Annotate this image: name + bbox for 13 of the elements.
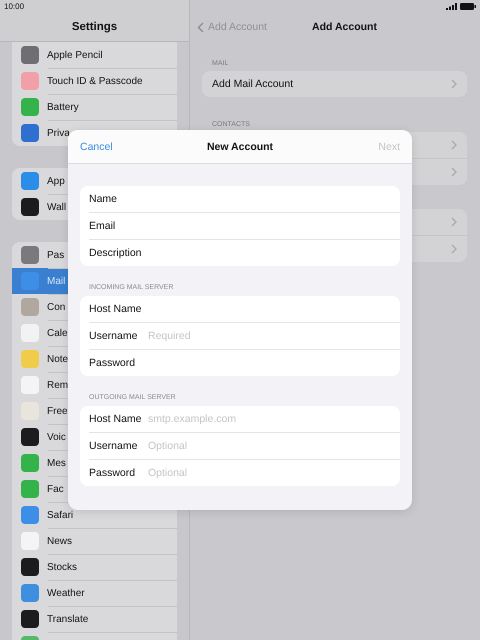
field-label: Host Name bbox=[89, 303, 143, 315]
field-label: Description bbox=[89, 247, 143, 259]
field-label: Username bbox=[89, 440, 138, 452]
sidebar-title: Settings bbox=[72, 20, 118, 32]
field-label: Name bbox=[89, 193, 118, 205]
field-label: Password bbox=[89, 467, 136, 479]
status-time: 10:00 bbox=[4, 2, 26, 10]
page-title: Add Account bbox=[312, 21, 377, 33]
field-label: Username bbox=[89, 330, 138, 342]
dialog-title: New Account bbox=[206, 140, 274, 152]
field-label: Email bbox=[89, 220, 116, 232]
field-label: Host Name bbox=[89, 413, 143, 425]
field-label: Password bbox=[89, 357, 136, 369]
